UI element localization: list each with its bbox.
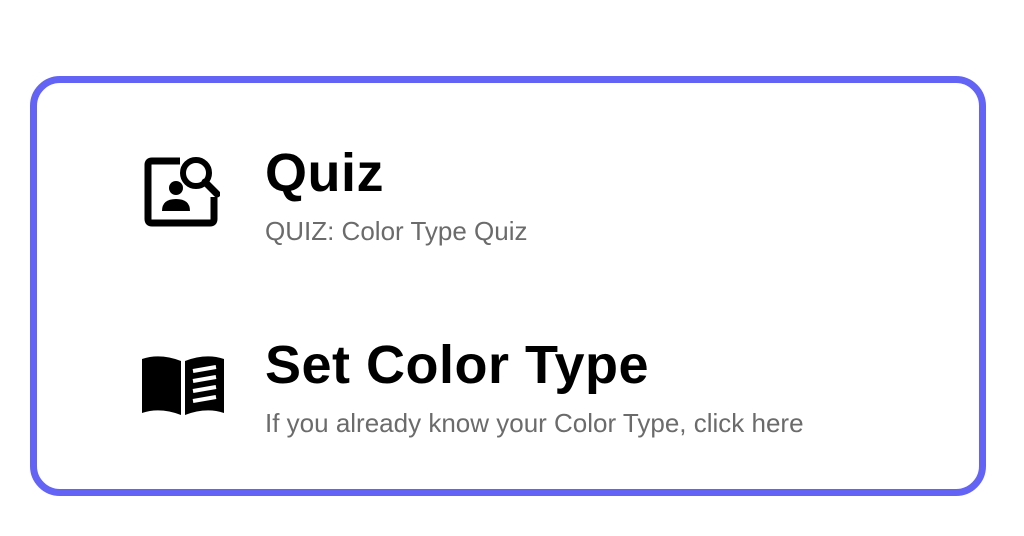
menu-card: Quiz QUIZ: Color Type Quiz Set Color Typ… <box>30 76 986 496</box>
set-color-type-title: Set Color Type <box>265 335 650 395</box>
quiz-title: Quiz <box>265 143 384 203</box>
menu-item-quiz[interactable]: Quiz QUIZ: Color Type Quiz <box>37 139 979 269</box>
menu-item-set-color-type[interactable]: Set Color Type If you already know your … <box>37 333 979 463</box>
open-book-icon <box>142 356 224 415</box>
quiz-subtitle: QUIZ: Color Type Quiz <box>265 216 528 246</box>
quiz-search-person-icon <box>144 157 220 227</box>
set-color-type-subtitle: If you already know your Color Type, cli… <box>265 408 804 438</box>
